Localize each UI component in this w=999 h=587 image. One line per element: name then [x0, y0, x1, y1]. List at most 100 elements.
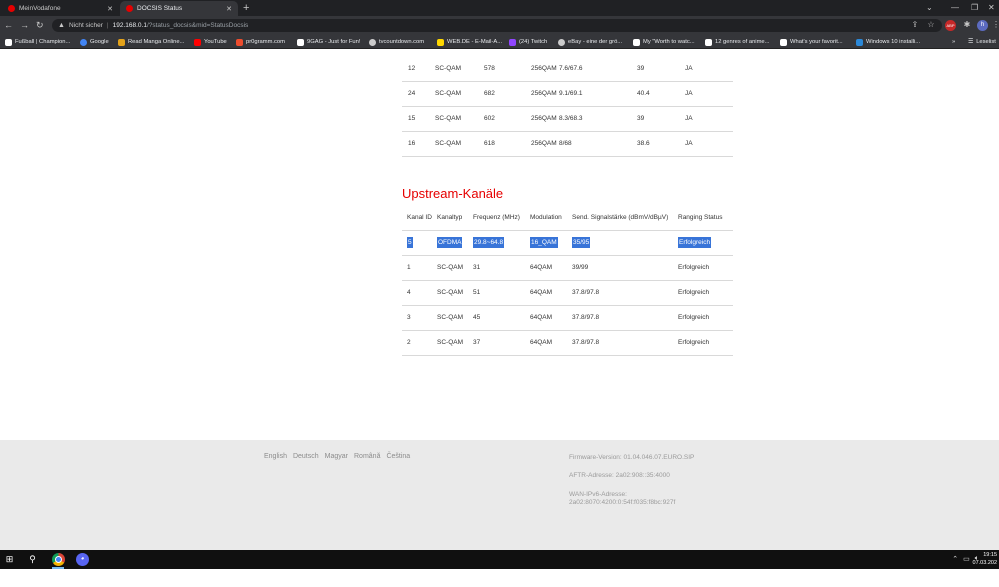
bookmark-item[interactable]: Google: [80, 37, 109, 47]
bookmark-label: Fußball | Champion...: [15, 39, 71, 45]
table-cell: 4: [407, 289, 411, 296]
bookmark-item[interactable]: 12 genres of anime...: [705, 37, 769, 47]
tab-meinvodafone[interactable]: MeinVodafone ✕: [2, 1, 119, 16]
new-tab-button[interactable]: +: [243, 1, 249, 16]
table-cell: 31: [473, 264, 481, 271]
adblock-extension-icon[interactable]: ABP: [945, 20, 956, 31]
upstream-table: Kanal ID Kanaltyp Frequenz (MHz) Modulat…: [402, 205, 733, 356]
language-link-cestina[interactable]: Čeština: [386, 453, 410, 460]
bookmark-item[interactable]: eBay - eine der grö...: [558, 37, 622, 47]
menu-icon[interactable]: ⋮: [991, 20, 999, 30]
bookmark-label: What's your favorit...: [790, 39, 843, 45]
globe-icon: [558, 38, 565, 46]
column-header: Modulation: [530, 213, 562, 221]
table-cell: 256QAM: [531, 115, 557, 122]
vodafone-icon: [126, 5, 133, 12]
close-icon[interactable]: ✕: [226, 5, 232, 13]
tab-title: DOCSIS Status: [137, 5, 183, 12]
table-row: 15 SC-QAM 602 256QAM 8.3/68.3 39 JA: [402, 106, 733, 131]
bookmark-favicon-icon: [705, 38, 712, 46]
language-link-magyar[interactable]: Magyar: [325, 453, 348, 460]
bookmark-item[interactable]: What's your favorit...: [780, 37, 843, 47]
taskbar-clock[interactable]: 19:15 07.03.202: [973, 552, 997, 567]
language-link-romana[interactable]: Română: [354, 453, 380, 460]
tab-docsis-status[interactable]: DOCSIS Status ✕: [120, 1, 238, 16]
firmware-version: Firmware-Version: 01.04.046.07.EURO.SIP: [569, 454, 695, 461]
chrome-icon[interactable]: [52, 553, 65, 566]
bookmark-item[interactable]: Fußball | Champion...: [5, 37, 70, 47]
more-bookmarks-button[interactable]: »: [952, 37, 955, 47]
webde-icon: [437, 38, 444, 46]
table-cell: OFDMA: [437, 230, 473, 255]
restore-button[interactable]: ❐: [971, 2, 978, 13]
bookmark-item[interactable]: tvcountdown.com: [369, 37, 424, 47]
reading-list-button[interactable]: ☰ Leselist: [968, 37, 996, 47]
bookmark-item[interactable]: 9GAG - Just for Fun!: [297, 37, 360, 47]
chevron-up-icon[interactable]: ⌃: [952, 555, 958, 563]
twitch-icon: [509, 38, 516, 46]
aftr-address: AFTR-Adresse: 2a02:908::35:4000: [569, 472, 670, 479]
profile-avatar[interactable]: h: [977, 20, 988, 31]
share-icon[interactable]: ⇪: [910, 20, 920, 30]
close-icon[interactable]: ✕: [107, 5, 113, 13]
language-link-english[interactable]: English: [264, 453, 287, 460]
bookmark-favicon-icon: [633, 38, 640, 46]
tab-strip: MeinVodafone ✕ DOCSIS Status ✕ + ⌄ — ❐ ✕: [0, 0, 999, 16]
table-cell: 9.1/69.1: [559, 90, 583, 97]
forward-button[interactable]: →: [20, 19, 29, 31]
bookmark-label: My "Worth to watc...: [643, 39, 695, 45]
table-cell: 35/95: [572, 230, 678, 255]
windows-start-icon[interactable]: ⊞: [3, 553, 16, 566]
bookmark-label: (24) Twitch: [519, 39, 548, 45]
url-host: 192.168.0.1: [112, 22, 147, 29]
warning-icon: ▲: [58, 22, 65, 29]
clock-date: 07.03.202: [972, 559, 997, 566]
bookmarks-bar: Fußball | Champion... Google Read Manga …: [0, 35, 999, 49]
reading-list-label: Leselist: [976, 39, 996, 45]
table-cell: 256QAM: [531, 90, 557, 97]
table-cell: JA: [685, 115, 693, 122]
table-cell: 8/68: [559, 140, 572, 147]
tab-search-icon[interactable]: ⌄: [926, 2, 933, 13]
table-row: 4 SC-QAM 51 64QAM 37.8/97.8 Erfolgreich: [402, 280, 733, 305]
wan-ipv6-address: 2a02:8070:4200:0:54f:f035:f8bc:927f: [569, 499, 676, 506]
clock-time: 19:15: [983, 552, 997, 558]
table-cell: SC-QAM: [437, 339, 463, 346]
table-cell: 37.8/97.8: [572, 289, 600, 296]
bookmark-item[interactable]: pr0gramm.com: [236, 37, 285, 47]
bookmark-item[interactable]: My "Worth to watc...: [633, 37, 695, 47]
table-cell: SC-QAM: [435, 140, 461, 147]
discord-icon[interactable]: ◕: [76, 553, 89, 566]
bookmark-star-icon[interactable]: ☆: [926, 20, 936, 30]
table-cell: 3: [407, 314, 411, 321]
bookmark-label: Windows 10 installi...: [866, 39, 921, 45]
language-link-deutsch[interactable]: Deutsch: [293, 453, 319, 460]
bookmark-item[interactable]: YouTube: [194, 37, 227, 47]
back-button[interactable]: ←: [4, 19, 13, 31]
table-cell: 2: [407, 339, 411, 346]
table-cell: Erfolgreich: [678, 339, 710, 346]
bookmark-item[interactable]: (24) Twitch: [509, 37, 547, 47]
extensions-icon[interactable]: ✱: [962, 20, 972, 30]
reload-button[interactable]: ↻: [36, 19, 44, 31]
bookmark-item[interactable]: Read Manga Online...: [118, 37, 184, 47]
search-icon[interactable]: ⚲: [26, 553, 39, 566]
address-bar[interactable]: ▲ Nicht sicher | 192.168.0.1 /?status_do…: [52, 19, 942, 32]
globe-icon: [369, 38, 376, 46]
chevron-right-icon: »: [952, 39, 956, 45]
table-cell: 16: [408, 140, 416, 147]
bookmark-item[interactable]: WEB.DE - E-Mail-A...: [437, 37, 502, 47]
section-title-upstream: Upstream-Kanäle: [402, 186, 504, 201]
url-path: /?status_docsis&mid=StatusDocsis: [146, 22, 249, 29]
network-icon[interactable]: ▭: [963, 555, 970, 563]
table-cell: 37.8/97.8: [572, 339, 600, 346]
minimize-button[interactable]: —: [951, 2, 959, 13]
table-row: 24 SC-QAM 682 256QAM 9.1/69.1 40.4 JA: [402, 81, 733, 106]
table-cell: 5: [402, 230, 437, 255]
close-window-button[interactable]: ✕: [988, 2, 995, 13]
table-cell: 40.4: [637, 90, 650, 97]
table-row: 3 SC-QAM 45 64QAM 37.8/97.8 Erfolgreich: [402, 305, 733, 330]
bookmark-item[interactable]: Windows 10 installi...: [856, 37, 920, 47]
table-cell: 51: [473, 289, 481, 296]
table-cell: Erfolgreich: [678, 314, 710, 321]
